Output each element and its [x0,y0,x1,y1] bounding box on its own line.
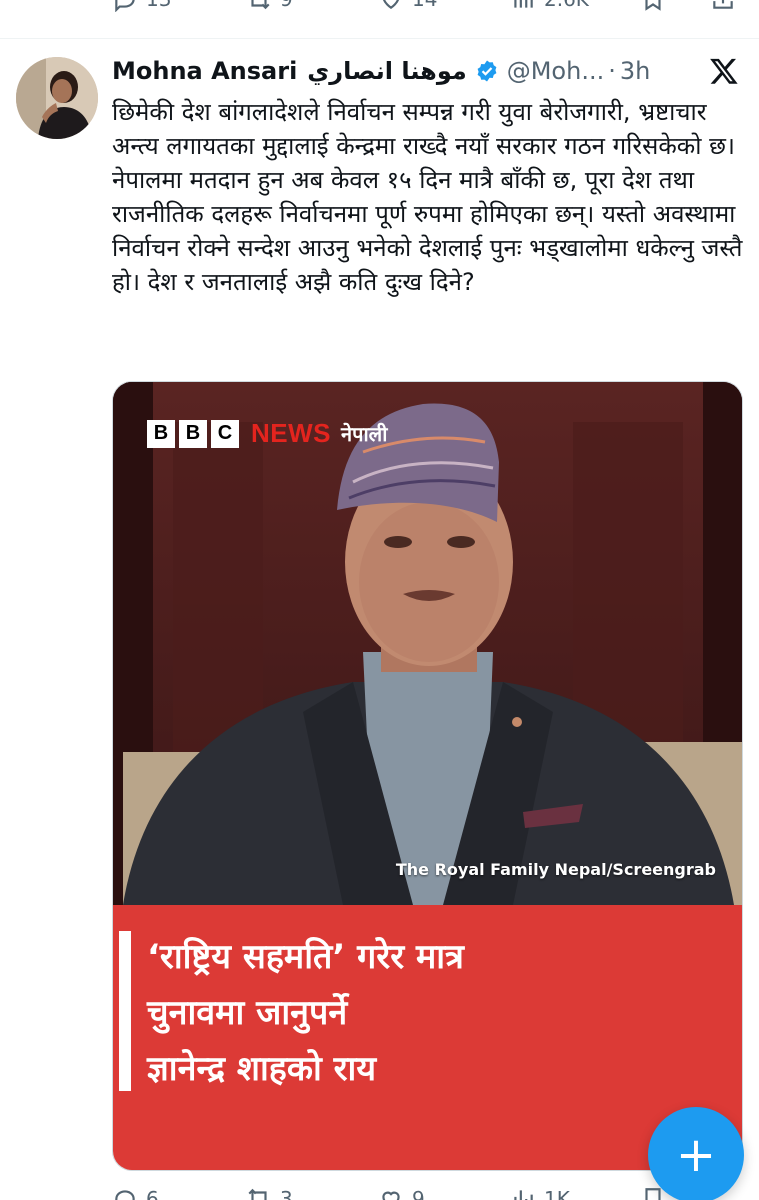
media-card[interactable]: B B C NEWS नेपाली The Royal Family Nepal… [112,381,743,1171]
bookmark-icon [645,1188,661,1200]
heart-icon [382,0,400,9]
reply-action[interactable]: 13 [112,0,171,12]
avatar[interactable] [16,57,98,139]
headline-line-2: चुनावमा जानुपर्ने [147,993,348,1033]
reply-count: 13 [146,0,171,11]
bookmark-icon [645,0,661,11]
headline-line-1: ‘राष्ट्रिय सहमति’ गरेर मात्र [147,937,464,977]
bookmark-action[interactable] [640,0,666,12]
views-count: 2.6K [544,0,589,11]
views-icon [514,1190,533,1200]
tweet-timestamp[interactable]: 3h [620,57,650,85]
verified-badge-icon [477,60,497,82]
heart-icon [382,1191,400,1200]
author-handle[interactable]: @Moh... [507,57,605,85]
repost-count: 3 [280,1187,293,1200]
bbc-news-logo: B B C NEWS नेपाली [147,418,387,449]
reply-icon [115,0,135,12]
plus-icon: + [675,1127,717,1183]
headline-line-3: ज्ञानेन्द्र शाहको राय [147,1049,377,1089]
speaker-photo [113,382,742,905]
author-name[interactable]: Mohna Ansari [112,57,297,85]
tweet-divider [0,38,759,39]
headline-banner: ‘राष्ट्रिय सहमति’ गरेर मात्र चुनावमा जान… [113,905,742,1170]
tweet-header: Mohna Ansari موهنا انصاري @Moh... · 3h [112,54,650,88]
views-action[interactable]: 2.6K [510,0,589,12]
separator-dot: · [608,57,616,85]
repost-count: 9 [280,0,293,11]
reply-count: 6 [146,1187,159,1200]
avatar-photo [16,57,98,139]
like-count: 9 [412,1187,425,1200]
like-count: 14 [412,0,437,11]
reply-action[interactable]: 6 [112,1186,159,1200]
bbc-news-label: NEWS [251,418,331,448]
author-name-arabic[interactable]: موهنا انصاري [307,57,466,85]
share-icon [713,0,733,9]
like-action[interactable]: 9 [378,1186,425,1200]
tweet-text: छिमेकी देश बांगलादेशले निर्वाचन सम्पन्न … [112,98,743,296]
views-count: 1K [544,1187,570,1200]
bbc-letter-b2: B [179,419,207,448]
media-photo: B B C NEWS नेपाली The Royal Family Nepal… [113,382,742,905]
headline-accent-bar [119,931,131,1091]
repost-action[interactable]: 9 [246,0,293,12]
bookmark-action[interactable] [640,1186,666,1200]
previous-tweet-actions: 13 9 14 2.6K [0,0,759,14]
x-logo-icon [710,58,738,84]
bbc-letter-c: C [211,419,239,448]
bbc-letter-b1: B [147,419,175,448]
photo-credit: The Royal Family Nepal/Screengrab [395,860,716,879]
repost-icon [251,0,270,10]
reply-icon [115,1190,135,1200]
bbc-language-label: नेपाली [341,422,388,446]
repost-icon [248,1188,267,1200]
like-action[interactable]: 14 [378,0,437,12]
views-icon [514,0,533,8]
share-action[interactable] [710,0,736,12]
views-action[interactable]: 1K [510,1186,570,1200]
tweet-actions: 6 3 9 1K [0,1186,759,1200]
headline-text: ‘राष्ट्रिय सहमति’ गरेर मात्र चुनावमा जान… [147,929,464,1097]
repost-action[interactable]: 3 [246,1186,293,1200]
